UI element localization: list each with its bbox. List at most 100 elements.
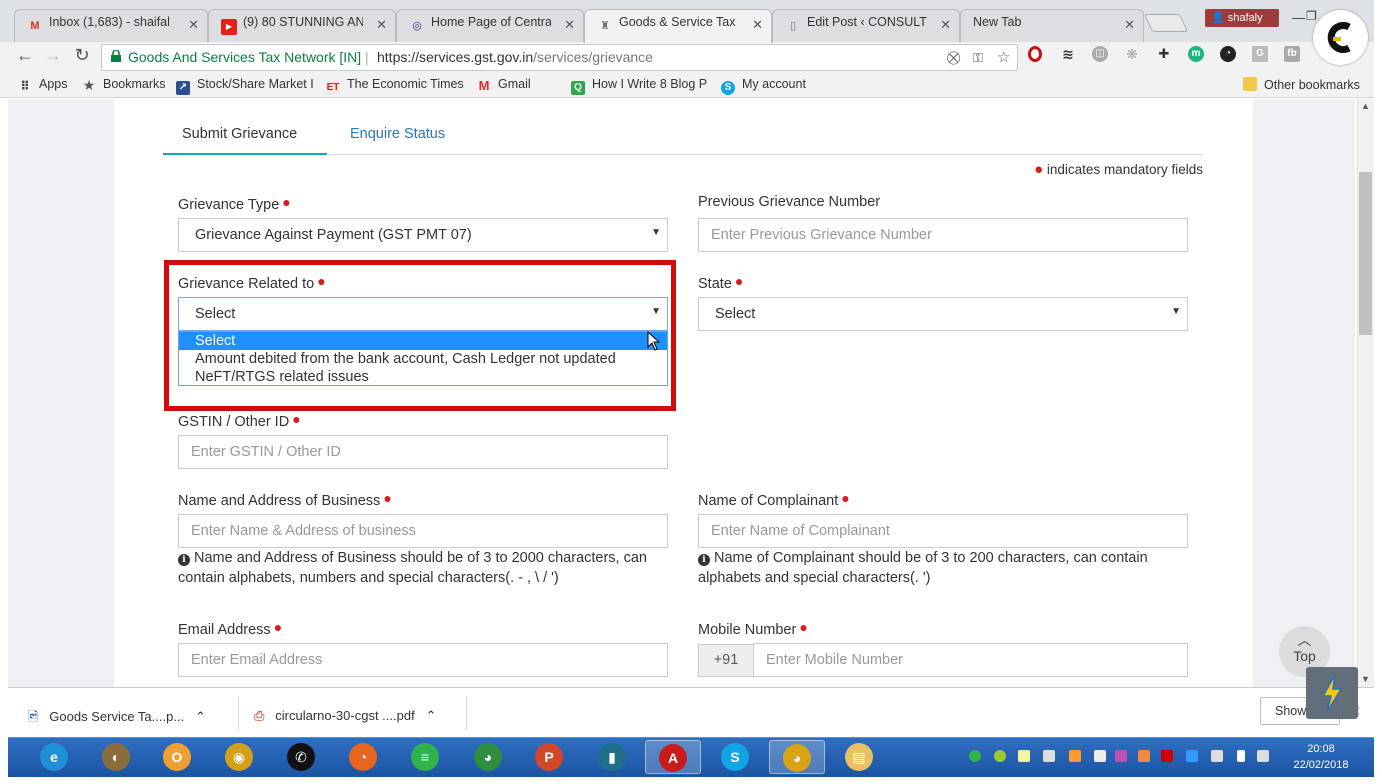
tray-app-icon[interactable]	[1018, 750, 1030, 762]
close-icon[interactable]: ✕	[188, 17, 199, 33]
reload-icon[interactable]: ↻	[70, 45, 94, 66]
battery-icon[interactable]	[1237, 750, 1245, 762]
scroll-up-icon[interactable]: ▲	[1361, 101, 1370, 111]
browser-tab-cbec[interactable]: ◎Home Page of Central E✕	[396, 9, 584, 42]
speed-icon[interactable]: ◔	[1220, 46, 1236, 62]
browser-tab-youtube[interactable]: ▶ (9) 80 STUNNING AND ✕	[208, 9, 396, 42]
taskbar-app[interactable]: S	[707, 740, 763, 774]
chevron-up-icon[interactable]: ⌃	[195, 709, 206, 724]
tray-app-icon[interactable]	[1138, 750, 1150, 762]
complainant-input[interactable]: Enter Name of Complainant	[698, 514, 1188, 548]
tray-app-icon[interactable]	[1115, 750, 1127, 762]
download-item-pdf[interactable]: ⎙ circularno-30-cgst ....pdf ⌃	[254, 708, 436, 724]
email-input[interactable]: Enter Email Address	[178, 643, 668, 677]
gmail-icon: M	[478, 78, 490, 93]
bookmark-blog[interactable]: Q How I Write 8 Blog P	[571, 77, 707, 95]
layers-icon[interactable]: ≋	[1060, 46, 1076, 62]
fb-extension-icon[interactable]: fb	[1284, 46, 1300, 62]
gstin-input[interactable]: Enter GSTIN / Other ID	[178, 435, 668, 469]
taskbar-app[interactable]: A	[645, 740, 701, 774]
browser-tab-new[interactable]: New Tab ✕	[960, 9, 1144, 42]
forward-icon[interactable]: →	[41, 45, 65, 66]
g-extension-icon[interactable]: G	[1252, 46, 1268, 62]
bookmark-other[interactable]: Other bookmarks	[1243, 77, 1360, 92]
bookmark-economic-times[interactable]: ET The Economic Times	[326, 77, 464, 95]
close-icon[interactable]: ✕	[564, 17, 575, 33]
taskbar-app[interactable]: ✆	[273, 740, 329, 774]
previous-grievance-input[interactable]: Enter Previous Grievance Number	[698, 218, 1188, 252]
m-extension-icon[interactable]: m	[1188, 46, 1204, 62]
tray-app-icon[interactable]	[994, 750, 1006, 762]
bookmark-bookmarks[interactable]: ★ Bookmarks	[82, 77, 166, 92]
browser-tab-gst[interactable]: ♜Goods & Service Tax (G✕	[584, 9, 772, 43]
scrollbar-thumb[interactable]	[1359, 172, 1372, 335]
bookmark-apps[interactable]: ⠿ Apps	[18, 77, 67, 93]
channel-logo	[1313, 10, 1368, 65]
bookmark-gmail[interactable]: M Gmail	[477, 77, 531, 93]
previous-grievance-label: Previous Grievance Number	[698, 194, 881, 210]
extension-icon[interactable]: ◫	[1092, 46, 1108, 62]
image-file-icon: 🖻	[28, 709, 39, 724]
puzzle-icon[interactable]: ✚	[1156, 46, 1172, 62]
scroll-down-icon[interactable]: ▼	[1361, 674, 1370, 684]
back-icon[interactable]: ←	[13, 45, 37, 66]
bookmarks-bar: ⠿ Apps ★ Bookmarks ↗ Stock/Share Market I E…	[0, 72, 1382, 98]
browser-tab-edit-post[interactable]: ▯Edit Post ‹ CONSULTEA✕	[772, 9, 960, 42]
network-icon[interactable]	[1211, 750, 1223, 762]
taskbar-app[interactable]: ◉	[211, 740, 267, 774]
apps-grid-icon: ⠿	[20, 79, 30, 93]
bookmark-stock-market[interactable]: ↗ Stock/Share Market I	[176, 77, 314, 95]
download-item-image[interactable]: 🖻 Goods Service Ta....p... ⌃	[28, 708, 206, 730]
tab-enquire-status[interactable]: Enquire Status	[350, 126, 445, 142]
tray-app-icon[interactable]	[969, 750, 981, 762]
taskbar-app[interactable]: ≡	[397, 740, 453, 774]
profile-button[interactable]: 👤 shafaly	[1205, 9, 1279, 27]
taskbar-app[interactable]: ▤	[831, 740, 887, 774]
gear-icon[interactable]: ❋	[1124, 46, 1140, 62]
skype-icon: S	[721, 81, 735, 95]
taskbar-app[interactable]: ▮	[584, 740, 640, 774]
taskbar-app[interactable]: e	[26, 740, 82, 774]
secure-site-label: Goods And Services Tax Network [IN]	[128, 49, 362, 65]
close-icon[interactable]: ✕	[940, 17, 951, 33]
blocked-content-icon[interactable]: ⛒	[947, 50, 960, 66]
media-icon: ◐	[102, 743, 130, 771]
taskbar-app[interactable]: ◔	[335, 740, 391, 774]
pdf-file-icon: ⎙	[254, 708, 265, 723]
close-icon[interactable]: ✕	[752, 17, 763, 33]
mandatory-note: ● indicates mandatory fields	[1034, 161, 1203, 178]
taskbar-app[interactable]: O	[149, 740, 205, 774]
mobile-country-code: +91	[698, 644, 754, 677]
download-tray-icon[interactable]	[1186, 750, 1198, 762]
tab-submit-grievance[interactable]: Submit Grievance	[182, 126, 297, 142]
opera-icon[interactable]	[1028, 46, 1042, 62]
star-icon[interactable]: ☆	[997, 48, 1010, 66]
url-text[interactable]: https://services.gst.gov.in/services/gri…	[377, 49, 653, 65]
volume-icon[interactable]	[1257, 750, 1269, 762]
mobile-input[interactable]: Enter Mobile Number	[753, 643, 1188, 677]
key-icon[interactable]: ⚿	[973, 50, 983, 66]
address-bar[interactable]: Goods And Services Tax Network [IN] | ht…	[101, 44, 1018, 71]
taskbar-app[interactable]: ◕	[769, 740, 825, 774]
chevron-up-icon[interactable]: ⌃	[426, 708, 437, 723]
close-icon[interactable]: ✕	[376, 17, 387, 33]
et-icon: ET	[326, 81, 340, 95]
state-select[interactable]: Select ▼	[698, 297, 1188, 331]
grievance-type-select[interactable]: Grievance Against Payment (GST PMT 07) ▼	[178, 218, 668, 252]
taskbar-app[interactable]: P	[521, 740, 577, 774]
lightning-widget[interactable]	[1306, 667, 1358, 719]
tray-app-icon[interactable]	[1161, 750, 1173, 762]
tray-app-icon[interactable]	[1069, 750, 1081, 762]
minimize-icon[interactable]: —	[1292, 10, 1305, 25]
file-explorer-icon: ▤	[845, 743, 873, 771]
tray-app-icon[interactable]	[1043, 750, 1055, 762]
info-icon: i	[698, 554, 710, 566]
close-icon[interactable]: ✕	[1124, 17, 1135, 33]
business-input[interactable]: Enter Name & Address of business	[178, 514, 668, 548]
system-clock[interactable]: 20:08 22/02/2018	[1286, 741, 1356, 773]
taskbar-app[interactable]: ◕	[460, 740, 516, 774]
signal-icon[interactable]	[1094, 750, 1106, 762]
taskbar-app[interactable]: ◐	[88, 740, 144, 774]
browser-tab-gmail[interactable]: MInbox (1,683) - shaifaly.c✕	[14, 9, 208, 42]
bookmark-my-account[interactable]: S My account	[721, 77, 806, 95]
